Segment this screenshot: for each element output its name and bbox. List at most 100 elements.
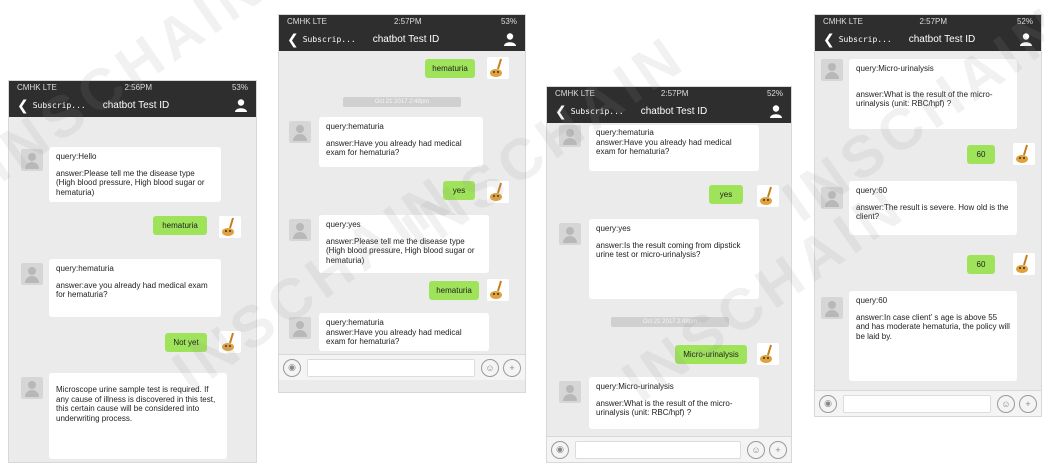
user-avatar [219,216,241,238]
clock: 2:57PM [919,16,948,26]
plus-icon[interactable]: + [769,440,787,459]
nav-bar: ❮ Subscrip... chatbot Test ID [815,27,1041,51]
emoji-icon[interactable]: ☺ [747,440,765,459]
bot-avatar [559,223,581,245]
query-text: query:hematuria [326,318,384,327]
user-message: 60 [967,145,995,164]
input-bar: ◉ ☺ + [279,354,525,380]
timestamp-divider: Oct 21 2017 2:48pm [343,97,461,107]
bot-avatar [289,121,311,143]
back-arrow-icon[interactable]: ❮ [555,104,567,118]
bot-avatar [289,317,311,339]
answer-text: answer:Please tell me the disease type (… [326,236,475,265]
answer-text: answer:Please tell me the disease type (… [56,168,205,197]
plus-icon[interactable]: + [503,358,521,377]
user-avatar [757,185,779,207]
user-profile-icon[interactable] [503,32,517,46]
nav-bar: ❮ Subscrip... chatbot Test ID [279,27,525,51]
back-label[interactable]: Subscrip... [303,35,373,44]
chat-title: chatbot Test ID [908,33,976,45]
carrier-label: CMHK LTE [555,88,595,98]
user-message: Micro-urinalysis [675,345,747,364]
back-label[interactable]: Subscrip... [839,35,909,44]
plus-icon[interactable]: + [1019,394,1037,413]
clock: 2:56PM [124,82,153,92]
query-text: query:hematuria [596,128,654,137]
user-avatar [1013,253,1035,275]
phone-screen-1: CMHK LTE 2:56PM 53% ❮ Subscrip... chatbo… [8,80,257,463]
chat-title: chatbot Test ID [640,105,708,117]
status-bar: CMHK LTE 2:57PM 52% [547,87,791,99]
bot-avatar [821,59,843,81]
user-avatar [487,57,509,79]
bot-avatar [821,297,843,319]
query-text: query:Micro-urinalysis [856,64,934,73]
bot-message: query:yes answer:Is the result coming fr… [589,219,759,299]
answer-text: answer:Have you already had medical exam… [596,137,732,157]
voice-icon[interactable]: ◉ [551,440,569,459]
bot-message: query:hematuria answer:Have you already … [319,117,483,167]
voice-icon[interactable]: ◉ [819,394,837,413]
answer-text: answer:What is the result of the micro-u… [856,89,993,109]
bot-message: query:Micro-urinalysis answer:What is th… [589,377,759,429]
back-label[interactable]: Subscrip... [571,107,641,116]
bot-avatar [559,125,581,147]
query-text: query:yes [596,224,631,233]
bot-message: query:60 answer:The result is severe. Ho… [849,181,1017,235]
bot-avatar [21,263,43,285]
user-message: hematuria [153,216,207,235]
voice-icon[interactable]: ◉ [283,358,301,377]
message-input[interactable] [575,440,741,459]
bot-message: query:hematuria answer:ave you already h… [49,259,221,317]
answer-text: answer:In case client’ s age is above 55… [856,312,1010,341]
bot-message: query:hematuria answer:Have you already … [589,125,759,171]
back-label[interactable]: Subscrip... [33,101,103,110]
user-avatar [487,181,509,203]
answer-text: answer:What is the result of the micro-u… [596,398,733,418]
chat-title: chatbot Test ID [372,33,440,45]
emoji-icon[interactable]: ☺ [481,358,499,377]
bot-message: query:Hello answer:Please tell me the di… [49,147,221,203]
battery-level: 52% [766,88,783,98]
query-text: query:Micro-urinalysis [596,382,674,391]
back-arrow-icon[interactable]: ❮ [287,32,299,46]
message-input[interactable] [307,358,475,377]
user-message: hematuria [425,59,475,78]
answer-text: answer:Have you already had medical exam… [326,327,462,347]
bot-avatar [289,219,311,241]
user-profile-icon[interactable] [1019,32,1033,46]
answer-text: answer:Have you already had medical exam… [326,138,462,158]
back-arrow-icon[interactable]: ❮ [17,98,29,112]
query-text: query:yes [326,220,361,229]
user-profile-icon[interactable] [769,104,783,118]
query-text: query:hematuria [326,122,384,131]
answer-text: Microscope urine sample test is required… [56,385,216,423]
message-input[interactable] [843,394,991,413]
bot-avatar [21,149,43,171]
carrier-label: CMHK LTE [17,82,57,92]
answer-text: answer:Is the result coming from dipstic… [596,240,741,260]
back-arrow-icon[interactable]: ❮ [823,32,835,46]
query-text: query:60 [856,296,888,305]
battery-level: 53% [231,82,248,92]
status-bar: CMHK LTE 2:56PM 53% [9,81,256,93]
nav-bar: ❮ Subscrip... chatbot Test ID [547,99,791,123]
user-avatar [1013,143,1035,165]
user-message: Not yet [165,333,207,352]
status-bar: CMHK LTE 2:57PM 53% [279,15,525,27]
user-profile-icon[interactable] [234,98,248,112]
clock: 2:57PM [393,16,422,26]
query-text: query:60 [856,186,888,195]
input-bar: ◉ ☺ + [547,436,791,462]
phone-screen-4: CMHK LTE 2:57PM 52% ❮ Subscrip... chatbo… [814,14,1042,417]
nav-bar: ❮ Subscrip... chatbot Test ID [9,93,256,117]
user-message: hematuria [429,281,479,300]
bot-message: query:60 answer:In case client’ s age is… [849,291,1017,381]
phone-screen-2: CMHK LTE 2:57PM 53% ❮ Subscrip... chatbo… [278,14,526,393]
bot-avatar [559,381,581,403]
status-bar: CMHK LTE 2:57PM 52% [815,15,1041,27]
emoji-icon[interactable]: ☺ [997,394,1015,413]
user-avatar [757,343,779,365]
query-text: query:hematuria [56,264,114,273]
input-bar: ◉ ☺ + [815,390,1041,416]
